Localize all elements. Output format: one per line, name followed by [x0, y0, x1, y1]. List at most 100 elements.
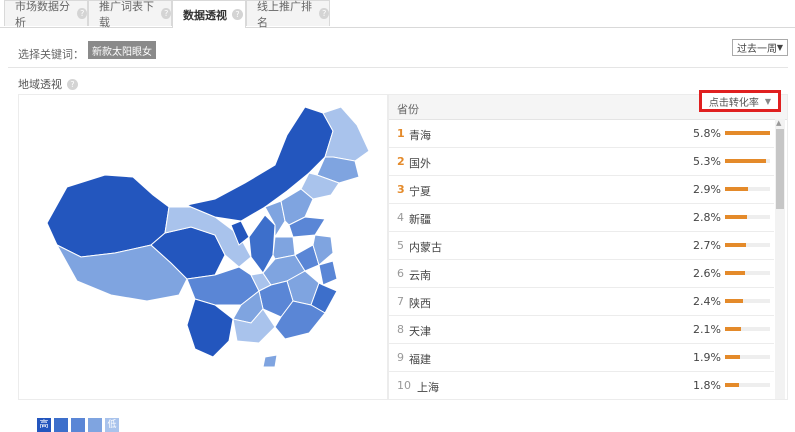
tab-keyword-download[interactable]: 推广词表下载?: [88, 0, 172, 29]
tab-label: 推广词表下载: [99, 0, 154, 29]
sort-label: 点击转化率: [708, 97, 759, 109]
row-bar-fill: [725, 383, 739, 387]
row-rank: 2: [397, 155, 405, 168]
row-province: 国外: [409, 157, 431, 170]
row-province: 内蒙古: [409, 241, 442, 254]
keyword-tag[interactable]: 新款太阳眼女: [88, 41, 156, 59]
tab-label: 线上推广排名: [257, 0, 312, 29]
region-hainan[interactable]: [262, 354, 278, 368]
row-percentage: 5.3%: [693, 155, 721, 168]
row-rank: 3: [397, 183, 405, 196]
color-legend: 高 低: [37, 418, 119, 432]
table-row: 9 福建 1.9%: [389, 343, 774, 372]
table-row: 2 国外 5.3%: [389, 147, 774, 176]
row-bar-fill: [725, 159, 766, 163]
row-bar: [725, 383, 770, 387]
scrollbar[interactable]: ▲: [775, 119, 785, 399]
china-map-svg: [46, 106, 370, 368]
row-bar: [725, 355, 770, 359]
province-table: 省份 1 青海 5.8% 2 国外 5.3% 3 宁夏 2.9% 4 新疆 2.8% 5 内蒙古 2.7% 6…: [388, 94, 788, 400]
row-percentage: 1.8%: [693, 379, 721, 392]
row-province: 天津: [409, 325, 431, 338]
legend-swatch: [88, 418, 102, 432]
scroll-thumb[interactable]: [776, 129, 784, 209]
region-section-title: 地域透视 ?: [18, 76, 78, 92]
dropdown-arrow-icon: ▼: [776, 43, 783, 52]
help-icon: ?: [319, 8, 329, 19]
content-panel: 选择关键词： 新款太阳眼女 过去一周 ▼ 地域透视 ? 高 低 省份 1 青海 …: [8, 32, 795, 432]
scroll-up-icon[interactable]: ▲: [776, 119, 781, 127]
keyword-label: 选择关键词：: [18, 48, 84, 61]
row-rank: 7: [397, 295, 404, 308]
row-rank: 8: [397, 323, 404, 336]
table-row: 10 上海 1.8%: [389, 371, 774, 399]
tab-online-ranking[interactable]: 线上推广排名?: [246, 0, 330, 29]
row-percentage: 1.9%: [693, 351, 721, 364]
period-value: 过去一周: [737, 44, 777, 55]
row-province: 青海: [409, 129, 431, 142]
row-percentage: 2.8%: [693, 211, 721, 224]
help-icon: ?: [77, 8, 87, 19]
row-rank: 10: [397, 379, 411, 392]
tab-market-analysis[interactable]: 市场数据分析?: [4, 0, 88, 29]
legend-low: 低: [105, 418, 119, 432]
row-bar: [725, 299, 770, 303]
region-yunnan[interactable]: [186, 298, 234, 358]
row-rank: 9: [397, 351, 404, 364]
china-map: 高 低: [18, 94, 388, 432]
tab-data-pivot[interactable]: 数据透视?: [172, 0, 246, 28]
table-row: 8 天津 2.1%: [389, 315, 774, 344]
conversion-rate-sort-button[interactable]: 点击转化率 ▼: [699, 90, 781, 112]
legend-swatch: [71, 418, 85, 432]
row-bar: [725, 243, 770, 247]
help-icon: ?: [232, 9, 243, 20]
row-bar-fill: [725, 187, 748, 191]
table-row: 3 宁夏 2.9%: [389, 175, 774, 204]
row-province: 云南: [409, 269, 431, 282]
row-percentage: 2.1%: [693, 323, 721, 336]
table-row: 4 新疆 2.8%: [389, 203, 774, 232]
row-rank: 4: [397, 211, 404, 224]
row-bar-fill: [725, 299, 744, 303]
table-row: 1 青海 5.8%: [389, 119, 774, 148]
tab-label: 市场数据分析: [15, 0, 70, 29]
help-icon: ?: [161, 8, 171, 19]
row-bar: [725, 159, 770, 163]
row-bar-fill: [725, 131, 770, 135]
period-select[interactable]: 过去一周 ▼: [732, 39, 788, 56]
row-bar-fill: [725, 243, 747, 247]
table-row: 7 陕西 2.4%: [389, 287, 774, 316]
help-icon: ?: [67, 78, 78, 90]
row-bar-fill: [725, 271, 746, 275]
table-row: 5 内蒙古 2.7%: [389, 231, 774, 260]
tab-label: 数据透视: [183, 8, 227, 22]
row-province: 新疆: [409, 213, 431, 226]
row-province: 福建: [409, 353, 431, 366]
row-bar: [725, 187, 770, 191]
row-rank: 6: [397, 267, 404, 280]
row-province: 陕西: [409, 297, 431, 310]
sort-arrow-icon: ▼: [764, 96, 772, 106]
row-percentage: 2.6%: [693, 267, 721, 280]
row-bar: [725, 271, 770, 275]
region-zhejiang[interactable]: [318, 260, 338, 286]
row-bar-fill: [725, 327, 742, 331]
province-column-header: 省份: [397, 103, 419, 116]
row-province: 上海: [417, 381, 439, 394]
legend-swatch: [54, 418, 68, 432]
row-bar-fill: [725, 215, 747, 219]
row-bar-fill: [725, 355, 740, 359]
row-percentage: 5.8%: [693, 127, 721, 140]
row-rank: 1: [397, 127, 405, 140]
divider: [8, 67, 788, 68]
region-title-text: 地域透视: [18, 78, 62, 91]
row-bar: [725, 131, 770, 135]
row-percentage: 2.9%: [693, 183, 721, 196]
row-province: 宁夏: [409, 185, 431, 198]
row-rank: 5: [397, 239, 404, 252]
row-percentage: 2.4%: [693, 295, 721, 308]
row-percentage: 2.7%: [693, 239, 721, 252]
legend-high: 高: [37, 418, 51, 432]
tab-bar: 市场数据分析? 推广词表下载? 数据透视? 线上推广排名?: [0, 0, 795, 29]
table-row: 6 云南 2.6%: [389, 259, 774, 288]
